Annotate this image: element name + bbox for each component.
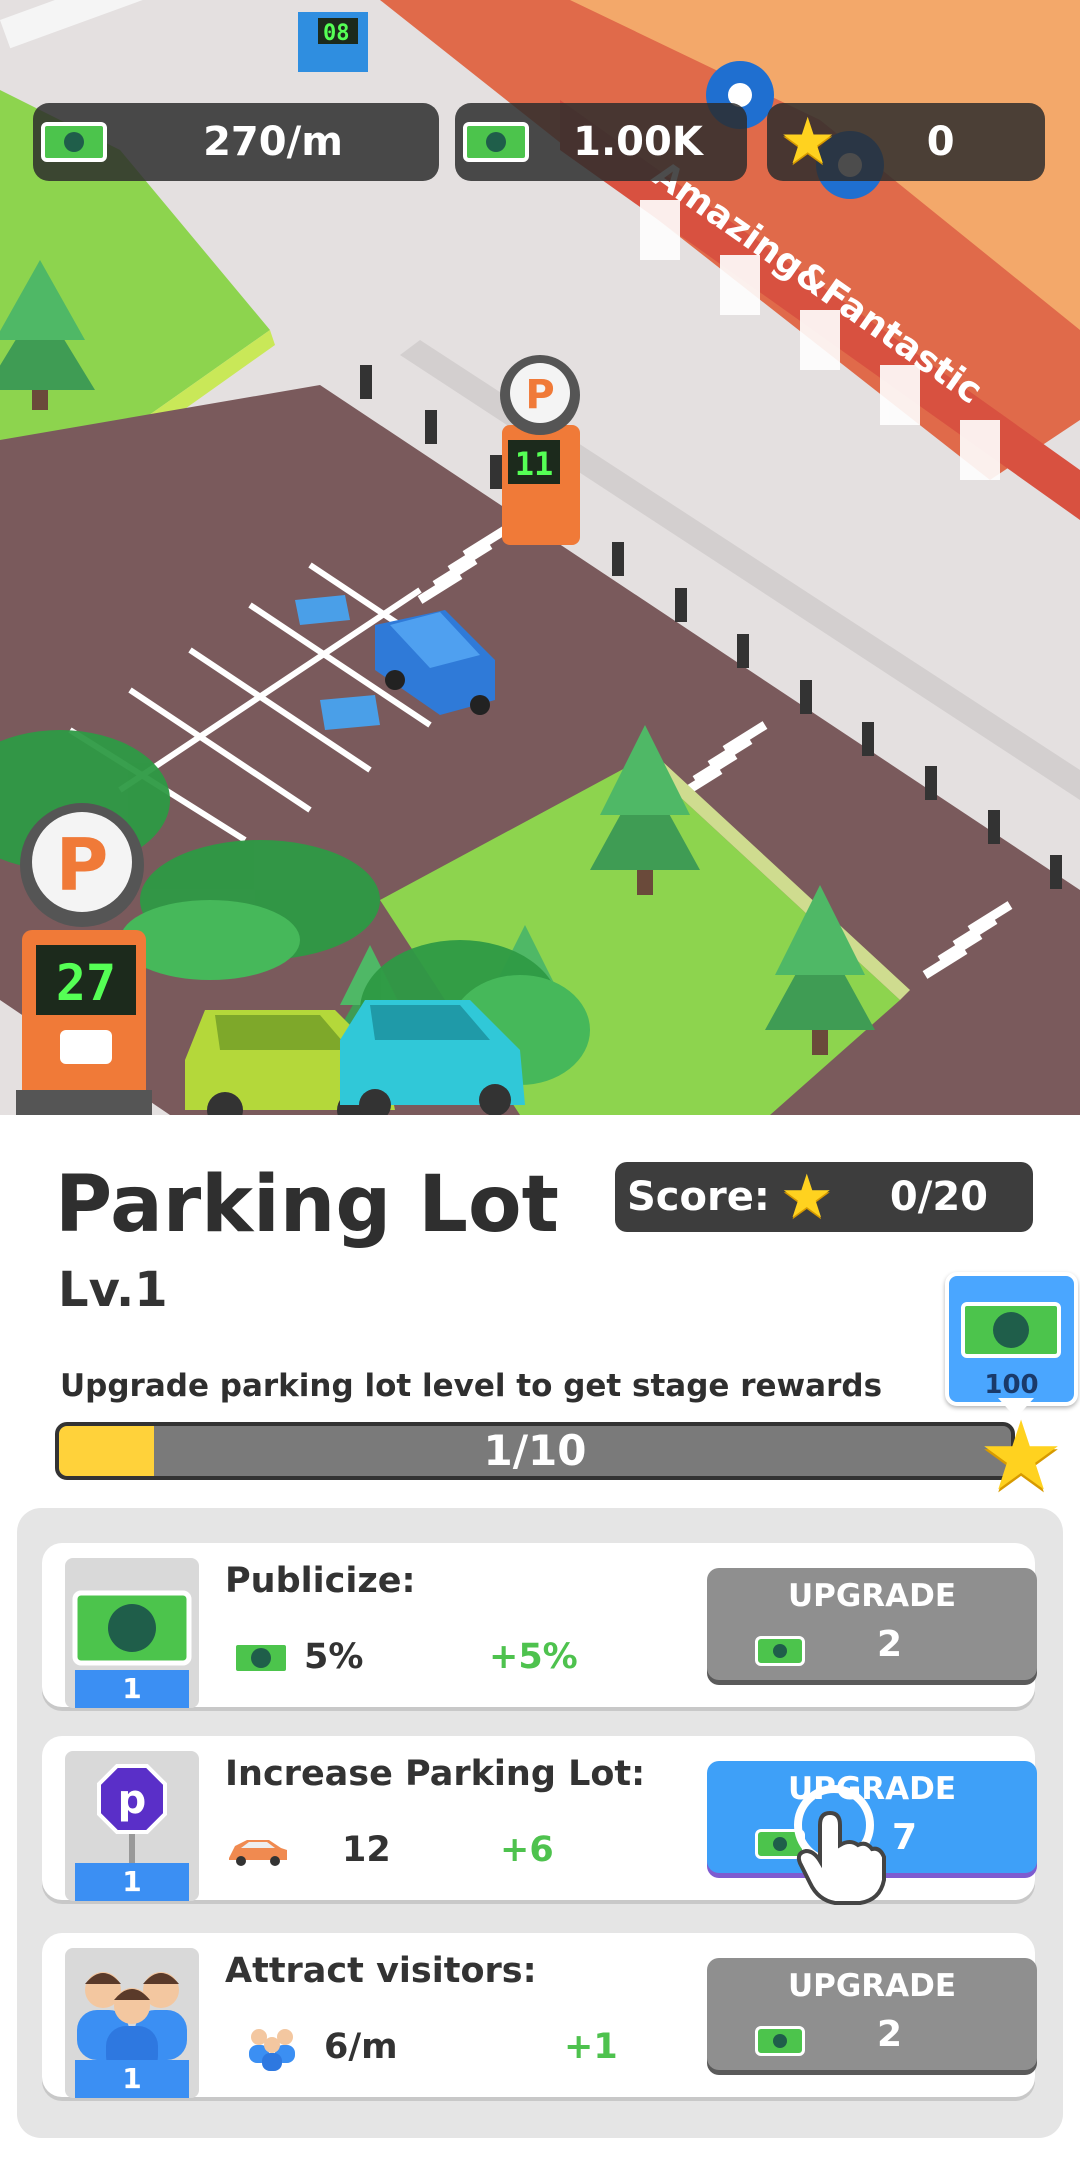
- upgrade-value: 6/m: [324, 2027, 398, 2067]
- car-icon: [229, 1840, 287, 1866]
- lot-counter-small: 11: [515, 445, 554, 483]
- upgrade-list: 1 Publicize: 5% +5% UPGRADE 2 p 1 Increa…: [17, 1508, 1063, 2138]
- upgrade-button-attract-visitors[interactable]: UPGRADE 2: [707, 1958, 1037, 2070]
- upgrade-value: 12: [342, 1830, 391, 1870]
- upgrade-name: Publicize:: [225, 1561, 416, 1601]
- star-value: 0: [926, 119, 955, 165]
- upgrade-name: Attract visitors:: [225, 1951, 537, 1991]
- upgrade-name: Increase Parking Lot:: [225, 1754, 646, 1794]
- upgrade-button-label: UPGRADE: [787, 1968, 957, 2004]
- reward-amount: 100: [984, 1370, 1039, 1400]
- stage-reward-box[interactable]: 100: [945, 1272, 1078, 1406]
- stage-progress-bar: 1/10: [55, 1422, 1015, 1480]
- upgrade-cost: 7: [892, 1817, 918, 1858]
- upgrade-level: 1: [75, 1670, 189, 1708]
- upgrade-cost: 2: [877, 1624, 903, 1665]
- visitors-thumbnail: 1: [65, 1948, 199, 2098]
- cash-counter: 1.00K: [455, 103, 747, 181]
- stage-description: Upgrade parking lot level to get stage r…: [60, 1368, 883, 1404]
- cash-icon: [755, 1636, 805, 1666]
- parking-pole-small: P 11: [500, 355, 580, 545]
- cash-icon: [755, 2026, 805, 2056]
- upgrade-increment: +1: [564, 2027, 618, 2067]
- svg-text:p: p: [118, 1777, 147, 1823]
- upgrade-value: 5%: [304, 1637, 364, 1677]
- parking-thumbnail: p 1: [65, 1751, 199, 1901]
- star-icon: ★: [978, 1400, 1065, 1512]
- gate-sign: 08: [323, 21, 350, 46]
- score-label: Score:: [627, 1174, 770, 1220]
- cash-icon: [232, 1641, 290, 1675]
- upgrade-level: 1: [75, 2060, 189, 2098]
- visitors-icon: [249, 2029, 295, 2071]
- score-badge: Score: ★ 0/20: [615, 1162, 1033, 1232]
- upgrade-card-publicize: 1 Publicize: 5% +5% UPGRADE 2: [42, 1543, 1037, 1708]
- progress-text: 1/10: [483, 1426, 587, 1475]
- cash-icon: [41, 122, 107, 162]
- lot-counter-big: 27: [56, 954, 116, 1012]
- upgrade-button-label: UPGRADE: [787, 1578, 957, 1614]
- score-value: 0/20: [889, 1174, 988, 1220]
- star-counter: ★ 0: [767, 103, 1045, 181]
- upgrade-level: 1: [75, 1863, 189, 1901]
- star-icon: ★: [779, 1162, 834, 1232]
- upgrade-card-attract-visitors: 1 Attract visitors: 6/m +1 UPGRADE 2: [42, 1933, 1037, 2098]
- upgrade-increment: +6: [500, 1830, 554, 1870]
- parking-pole-big: P 27: [16, 803, 152, 1115]
- upgrade-cost: 2: [877, 2014, 903, 2055]
- svg-text:P: P: [525, 372, 554, 418]
- svg-text:P: P: [56, 823, 109, 907]
- upgrade-button-publicize[interactable]: UPGRADE 2: [707, 1568, 1037, 1680]
- cash-value: 1.00K: [573, 119, 703, 165]
- tap-hint-hand-icon: [794, 1785, 886, 1905]
- income-rate-counter: 270/m: [33, 103, 439, 181]
- publicize-thumbnail: 1: [65, 1558, 199, 1708]
- upgrade-increment: +5%: [489, 1637, 578, 1677]
- income-rate-value: 270/m: [203, 119, 343, 165]
- star-icon: ★: [779, 105, 837, 179]
- building-title: Parking Lot: [55, 1160, 559, 1250]
- cash-icon: [463, 122, 529, 162]
- building-level: Lv.1: [58, 1262, 168, 1318]
- cash-reward-icon: [961, 1302, 1061, 1358]
